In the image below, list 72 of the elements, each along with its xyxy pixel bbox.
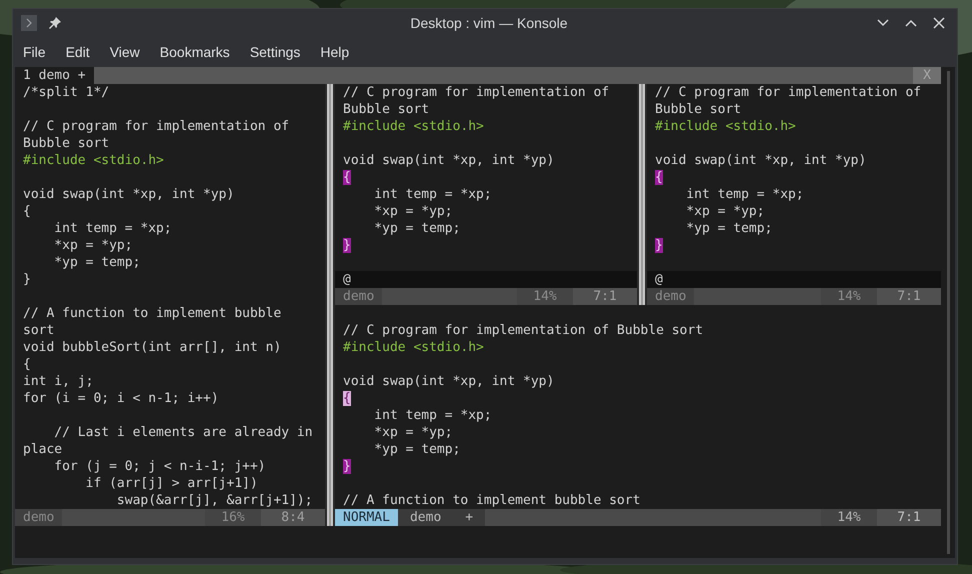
code-line: #include <stdio.h>: [655, 119, 796, 134]
code-line: int temp = *xp;: [685, 187, 804, 202]
code-line: for (i = 0; i < n-1; i++): [23, 391, 219, 406]
scroll-percent: 14%: [821, 509, 877, 526]
code-line: #include <stdio.h>: [23, 153, 164, 168]
code-line: Bubble sort: [343, 102, 430, 117]
scrollbar[interactable]: [946, 71, 950, 554]
scroll-percent: 14%: [821, 288, 877, 305]
minimize-icon[interactable]: [877, 19, 889, 27]
cursor-position: 7:1: [573, 288, 637, 305]
menu-item[interactable]: Edit: [58, 42, 98, 62]
cursor-position: 7:1: [877, 509, 941, 526]
code-line: void swap(int *xp, int *yp): [23, 187, 234, 202]
menu-item[interactable]: Settings: [242, 42, 308, 62]
mode-indicator: NORMAL: [335, 509, 398, 526]
code-line: swap(&arr[j], &arr[j+1]);: [116, 493, 313, 508]
scroll-percent: 16%: [205, 509, 261, 526]
code-line: // A function to implement bubble: [23, 306, 282, 321]
code-line: // C program for implementation of: [343, 85, 610, 100]
cursor-position: 7:1: [877, 288, 941, 305]
menu-item[interactable]: File: [15, 42, 54, 62]
menu-item[interactable]: Bookmarks: [152, 42, 238, 62]
cursor-position: 8:4: [261, 509, 325, 526]
code-line: *xp = *yp;: [685, 204, 765, 219]
code-line: *xp = *yp;: [373, 204, 453, 219]
code-line: *yp = temp;: [53, 255, 140, 270]
code-line: for (j = 0; j < n-i-1; j++): [53, 459, 266, 474]
code-line: if (arr[j] > arr[j+1]): [84, 476, 258, 491]
code-line: {: [23, 204, 31, 219]
code-line: {: [23, 357, 31, 372]
scroll-percent: 14%: [517, 288, 573, 305]
code-line: Bubble sort: [655, 102, 742, 117]
code-line: void swap(int *xp, int *yp): [343, 374, 554, 389]
code-line: void swap(int *xp, int *yp): [655, 153, 866, 168]
terminal-icon[interactable]: [21, 15, 37, 31]
code-line: #include <stdio.h>: [343, 340, 484, 355]
code-line: *yp = temp;: [685, 221, 772, 236]
code-line: // C program for implementation of: [655, 85, 922, 100]
menu-item[interactable]: Help: [312, 42, 358, 62]
code-line: @: [343, 272, 351, 287]
code-line: place: [23, 442, 62, 457]
modified-flag: +: [453, 509, 486, 526]
code-line: sort: [23, 323, 54, 338]
code-line: int i, j;: [23, 374, 94, 389]
code-line: /*split 1*/: [23, 85, 110, 100]
close-icon[interactable]: [933, 17, 945, 29]
code-line: *yp = temp;: [373, 221, 460, 236]
code-line: // A function to implement bubble sort: [343, 493, 640, 508]
code-line: #include <stdio.h>: [343, 119, 484, 134]
maximize-icon[interactable]: [905, 19, 917, 27]
menu-item[interactable]: View: [102, 42, 148, 62]
tab[interactable]: 1 demo +: [15, 67, 94, 84]
buffer-name: demo: [335, 288, 382, 305]
code-line: }: [23, 272, 31, 287]
code-line: @: [655, 272, 663, 287]
buffer-name: demo: [15, 509, 62, 526]
pin-icon[interactable]: [49, 17, 61, 29]
code-line: *xp = *yp;: [373, 425, 453, 440]
code-line: void bubbleSort(int arr[], int n): [23, 340, 282, 355]
window-title: Desktop : vim — Konsole: [410, 14, 568, 33]
code-line: Bubble sort: [23, 136, 110, 151]
code-line: *yp = temp;: [373, 442, 460, 457]
buffer-name: demo: [647, 288, 694, 305]
code-line: void swap(int *xp, int *yp): [343, 153, 554, 168]
code-line: // Last i elements are already in: [53, 425, 313, 440]
code-line: int temp = *xp;: [373, 187, 492, 202]
code-line: // C program for implementation of Bubble sort: [343, 323, 704, 338]
code-line: int temp = *xp;: [53, 221, 172, 236]
code-line: // C program for implementation of: [23, 119, 290, 134]
code-line: *xp = *yp;: [53, 238, 133, 253]
buffer-name: demo: [398, 509, 454, 526]
code-line: int temp = *xp;: [373, 408, 492, 423]
